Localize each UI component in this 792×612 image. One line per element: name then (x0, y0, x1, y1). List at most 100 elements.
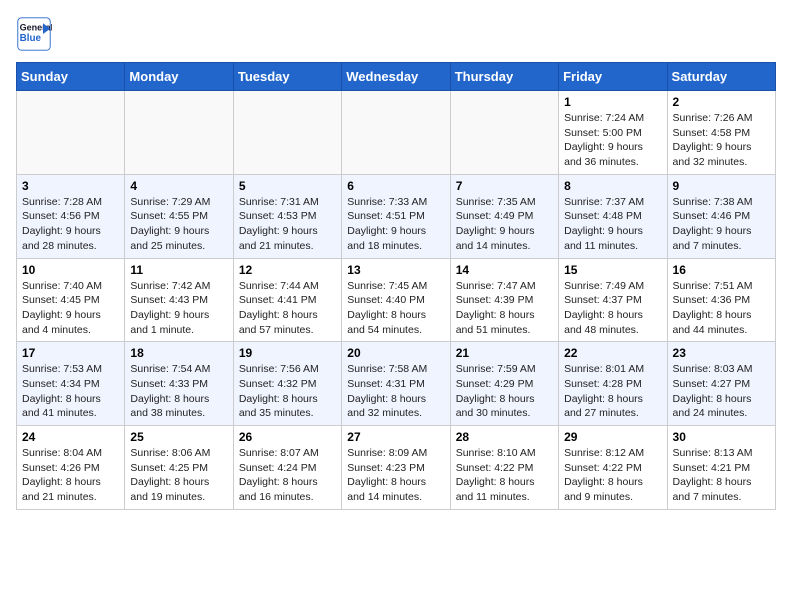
calendar-cell (342, 91, 450, 175)
calendar-cell: 2 Sunrise: 7:26 AM Sunset: 4:58 PM Daylig… (667, 91, 775, 175)
day-info: Sunrise: 7:53 AM Sunset: 4:34 PM Dayligh… (22, 363, 102, 419)
calendar-cell: 8 Sunrise: 7:37 AM Sunset: 4:48 PM Daylig… (559, 174, 667, 258)
calendar-cell: 26 Sunrise: 8:07 AM Sunset: 4:24 PM Dayli… (233, 426, 341, 510)
weekday-header: Sunday (17, 63, 125, 91)
day-info: Sunrise: 7:24 AM Sunset: 5:00 PM Dayligh… (564, 112, 644, 168)
day-number: 25 (130, 430, 227, 444)
day-info: Sunrise: 7:54 AM Sunset: 4:33 PM Dayligh… (130, 363, 210, 419)
day-info: Sunrise: 7:58 AM Sunset: 4:31 PM Dayligh… (347, 363, 427, 419)
calendar-cell: 15 Sunrise: 7:49 AM Sunset: 4:37 PM Dayli… (559, 258, 667, 342)
calendar-cell: 6 Sunrise: 7:33 AM Sunset: 4:51 PM Daylig… (342, 174, 450, 258)
calendar-cell: 16Sunrise: 7:51 AM Sunset: 4:36 PM Dayli… (667, 258, 775, 342)
day-number: 13 (347, 263, 444, 277)
day-number: 18 (130, 346, 227, 360)
day-number: 29 (564, 430, 661, 444)
day-info: Sunrise: 8:12 AM Sunset: 4:22 PM Dayligh… (564, 447, 644, 503)
calendar-header-row: SundayMondayTuesdayWednesdayThursdayFrid… (17, 63, 776, 91)
day-info: Sunrise: 7:37 AM Sunset: 4:48 PM Dayligh… (564, 196, 644, 252)
calendar-cell: 1 Sunrise: 7:24 AM Sunset: 5:00 PM Daylig… (559, 91, 667, 175)
day-info: Sunrise: 8:07 AM Sunset: 4:24 PM Dayligh… (239, 447, 319, 503)
calendar-table: SundayMondayTuesdayWednesdayThursdayFrid… (16, 62, 776, 510)
day-number: 26 (239, 430, 336, 444)
day-info: Sunrise: 8:03 AM Sunset: 4:27 PM Dayligh… (673, 363, 753, 419)
logo: General Blue (16, 16, 56, 52)
page-header: General Blue (16, 16, 776, 52)
day-number: 8 (564, 179, 661, 193)
calendar-cell: 7Sunrise: 7:35 AM Sunset: 4:49 PM Daylig… (450, 174, 558, 258)
day-number: 12 (239, 263, 336, 277)
weekday-header: Friday (559, 63, 667, 91)
day-info: Sunrise: 7:31 AM Sunset: 4:53 PM Dayligh… (239, 196, 319, 252)
calendar-row: 3 Sunrise: 7:28 AM Sunset: 4:56 PM Daylig… (17, 174, 776, 258)
calendar-cell: 23 Sunrise: 8:03 AM Sunset: 4:27 PM Dayli… (667, 342, 775, 426)
day-number: 30 (673, 430, 770, 444)
day-number: 20 (347, 346, 444, 360)
calendar-row: 24 Sunrise: 8:04 AM Sunset: 4:26 PM Dayli… (17, 426, 776, 510)
day-number: 21 (456, 346, 553, 360)
day-number: 9 (673, 179, 770, 193)
calendar-cell: 24 Sunrise: 8:04 AM Sunset: 4:26 PM Dayli… (17, 426, 125, 510)
calendar-cell: 9Sunrise: 7:38 AM Sunset: 4:46 PM Daylig… (667, 174, 775, 258)
weekday-header: Tuesday (233, 63, 341, 91)
day-info: Sunrise: 7:51 AM Sunset: 4:36 PM Dayligh… (673, 280, 753, 336)
day-info: Sunrise: 8:04 AM Sunset: 4:26 PM Dayligh… (22, 447, 102, 503)
calendar-cell: 21 Sunrise: 7:59 AM Sunset: 4:29 PM Dayli… (450, 342, 558, 426)
calendar-cell: 13 Sunrise: 7:45 AM Sunset: 4:40 PM Dayli… (342, 258, 450, 342)
calendar-cell (17, 91, 125, 175)
calendar-cell: 4Sunrise: 7:29 AM Sunset: 4:55 PM Daylig… (125, 174, 233, 258)
calendar-row: 10 Sunrise: 7:40 AM Sunset: 4:45 PM Dayli… (17, 258, 776, 342)
calendar-cell: 29 Sunrise: 8:12 AM Sunset: 4:22 PM Dayli… (559, 426, 667, 510)
day-number: 4 (130, 179, 227, 193)
day-info: Sunrise: 7:35 AM Sunset: 4:49 PM Dayligh… (456, 196, 536, 252)
day-info: Sunrise: 7:47 AM Sunset: 4:39 PM Dayligh… (456, 280, 536, 336)
calendar-row: 17 Sunrise: 7:53 AM Sunset: 4:34 PM Dayli… (17, 342, 776, 426)
day-info: Sunrise: 8:10 AM Sunset: 4:22 PM Dayligh… (456, 447, 536, 503)
day-info: Sunrise: 7:59 AM Sunset: 4:29 PM Dayligh… (456, 363, 536, 419)
calendar-cell: 22 Sunrise: 8:01 AM Sunset: 4:28 PM Dayli… (559, 342, 667, 426)
weekday-header: Thursday (450, 63, 558, 91)
day-info: Sunrise: 7:49 AM Sunset: 4:37 PM Dayligh… (564, 280, 644, 336)
calendar-cell: 20 Sunrise: 7:58 AM Sunset: 4:31 PM Dayli… (342, 342, 450, 426)
weekday-header: Wednesday (342, 63, 450, 91)
day-number: 6 (347, 179, 444, 193)
day-number: 3 (22, 179, 119, 193)
day-number: 10 (22, 263, 119, 277)
calendar-cell: 28Sunrise: 8:10 AM Sunset: 4:22 PM Dayli… (450, 426, 558, 510)
day-info: Sunrise: 7:33 AM Sunset: 4:51 PM Dayligh… (347, 196, 427, 252)
calendar-row: 1 Sunrise: 7:24 AM Sunset: 5:00 PM Daylig… (17, 91, 776, 175)
calendar-cell (233, 91, 341, 175)
day-info: Sunrise: 7:40 AM Sunset: 4:45 PM Dayligh… (22, 280, 102, 336)
day-number: 5 (239, 179, 336, 193)
calendar-cell: 5 Sunrise: 7:31 AM Sunset: 4:53 PM Daylig… (233, 174, 341, 258)
calendar-cell: 27Sunrise: 8:09 AM Sunset: 4:23 PM Dayli… (342, 426, 450, 510)
day-number: 23 (673, 346, 770, 360)
calendar-cell: 19 Sunrise: 7:56 AM Sunset: 4:32 PM Dayli… (233, 342, 341, 426)
day-number: 19 (239, 346, 336, 360)
logo-icon: General Blue (16, 16, 52, 52)
day-info: Sunrise: 7:45 AM Sunset: 4:40 PM Dayligh… (347, 280, 427, 336)
day-number: 1 (564, 95, 661, 109)
day-number: 15 (564, 263, 661, 277)
day-number: 24 (22, 430, 119, 444)
calendar-cell (125, 91, 233, 175)
calendar-cell: 3 Sunrise: 7:28 AM Sunset: 4:56 PM Daylig… (17, 174, 125, 258)
day-info: Sunrise: 8:01 AM Sunset: 4:28 PM Dayligh… (564, 363, 644, 419)
day-info: Sunrise: 7:28 AM Sunset: 4:56 PM Dayligh… (22, 196, 102, 252)
calendar-cell: 30 Sunrise: 8:13 AM Sunset: 4:21 PM Dayli… (667, 426, 775, 510)
day-number: 2 (673, 95, 770, 109)
weekday-header: Saturday (667, 63, 775, 91)
calendar-cell: 10 Sunrise: 7:40 AM Sunset: 4:45 PM Dayli… (17, 258, 125, 342)
svg-text:Blue: Blue (20, 33, 42, 44)
day-info: Sunrise: 7:26 AM Sunset: 4:58 PM Dayligh… (673, 112, 753, 168)
calendar-cell: 12Sunrise: 7:44 AM Sunset: 4:41 PM Dayli… (233, 258, 341, 342)
day-info: Sunrise: 7:56 AM Sunset: 4:32 PM Dayligh… (239, 363, 319, 419)
calendar-cell (450, 91, 558, 175)
day-info: Sunrise: 8:13 AM Sunset: 4:21 PM Dayligh… (673, 447, 753, 503)
day-number: 22 (564, 346, 661, 360)
calendar-cell: 17 Sunrise: 7:53 AM Sunset: 4:34 PM Dayli… (17, 342, 125, 426)
day-info: Sunrise: 7:42 AM Sunset: 4:43 PM Dayligh… (130, 280, 210, 336)
day-info: Sunrise: 8:06 AM Sunset: 4:25 PM Dayligh… (130, 447, 210, 503)
day-number: 11 (130, 263, 227, 277)
day-number: 17 (22, 346, 119, 360)
weekday-header: Monday (125, 63, 233, 91)
